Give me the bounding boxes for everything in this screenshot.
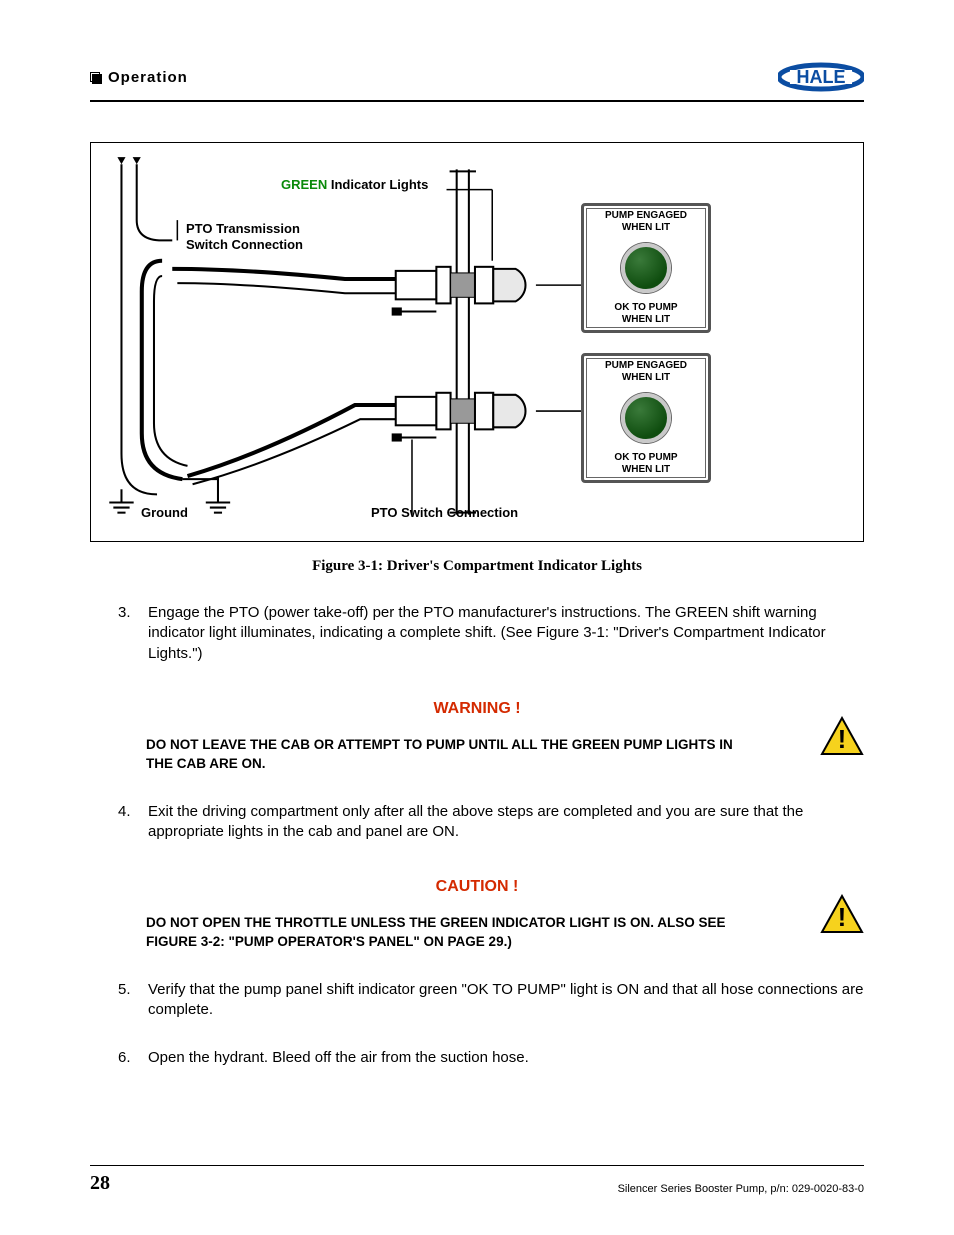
figure-diagram: GREEN Indicator Lights PTO Transmission … xyxy=(90,142,864,542)
step-3-text: Engage the PTO (power take-off) per the … xyxy=(148,603,864,664)
page-header: Operation HALE xyxy=(90,60,864,94)
step-5: 5. Verify that the pump panel shift indi… xyxy=(118,980,864,1021)
status-panel-upper: PUMP ENGAGED WHEN LIT OK TO PUMP WHEN LI… xyxy=(581,203,711,333)
svg-text:HALE: HALE xyxy=(797,67,846,87)
caution-heading: CAUTION ! xyxy=(90,878,864,896)
footer-text: Silencer Series Booster Pump, p/n: 029-0… xyxy=(618,1183,864,1195)
caution-body: DO NOT OPEN THE THROTTLE UNLESS THE GREE… xyxy=(146,914,734,952)
header-rule xyxy=(90,100,864,102)
status-upper-bottom: OK TO PUMP WHEN LIT xyxy=(614,302,677,326)
step-4-number: 4. xyxy=(118,802,134,843)
diagram-label-pto-switch: PTO Switch Connection xyxy=(371,505,518,520)
warning-body: DO NOT LEAVE THE CAB OR ATTEMPT TO PUMP … xyxy=(146,736,734,774)
step-4-text: Exit the driving compartment only after … xyxy=(148,802,864,843)
warning-icon: ! xyxy=(820,716,864,761)
hale-logo: HALE xyxy=(778,60,864,94)
page-footer: 28 Silencer Series Booster Pump, p/n: 02… xyxy=(90,1165,864,1195)
svg-text:!: ! xyxy=(838,724,847,754)
page-number: 28 xyxy=(90,1172,110,1195)
green-light-icon xyxy=(621,243,671,293)
bullet-icon xyxy=(90,72,100,82)
section-title: Operation xyxy=(90,69,188,86)
step-6-number: 6. xyxy=(118,1048,134,1068)
status-upper-top: PUMP ENGAGED WHEN LIT xyxy=(605,210,687,234)
green-light-icon xyxy=(621,393,671,443)
svg-text:!: ! xyxy=(838,902,847,932)
diagram-label-switch-conn: Switch Connection xyxy=(186,237,303,252)
step-6-text: Open the hydrant. Bleed off the air from… xyxy=(148,1048,529,1068)
diagram-label-ground: Ground xyxy=(141,505,188,520)
status-lower-top: PUMP ENGAGED WHEN LIT xyxy=(605,360,687,384)
step-5-text: Verify that the pump panel shift indicat… xyxy=(148,980,864,1021)
diagram-label-pto-trans: PTO Transmission xyxy=(186,221,300,236)
step-5-number: 5. xyxy=(118,980,134,1021)
step-4: 4. Exit the driving compartment only aft… xyxy=(118,802,864,843)
warning-heading: WARNING ! xyxy=(90,700,864,718)
status-lower-bottom: OK TO PUMP WHEN LIT xyxy=(614,452,677,476)
step-3-number: 3. xyxy=(118,603,134,664)
warning-block: ! DO NOT LEAVE THE CAB OR ATTEMPT TO PUM… xyxy=(90,736,864,774)
caution-icon: ! xyxy=(820,894,864,939)
section-title-text: Operation xyxy=(108,69,188,86)
status-panel-lower: PUMP ENGAGED WHEN LIT OK TO PUMP WHEN LI… xyxy=(581,353,711,483)
caution-block: ! DO NOT OPEN THE THROTTLE UNLESS THE GR… xyxy=(90,914,864,952)
step-6: 6. Open the hydrant. Bleed off the air f… xyxy=(118,1048,864,1068)
step-3: 3. Engage the PTO (power take-off) per t… xyxy=(118,603,864,664)
diagram-label-green-indicator: GREEN Indicator Lights xyxy=(281,177,428,192)
figure-caption: Figure 3-1: Driver's Compartment Indicat… xyxy=(90,558,864,575)
